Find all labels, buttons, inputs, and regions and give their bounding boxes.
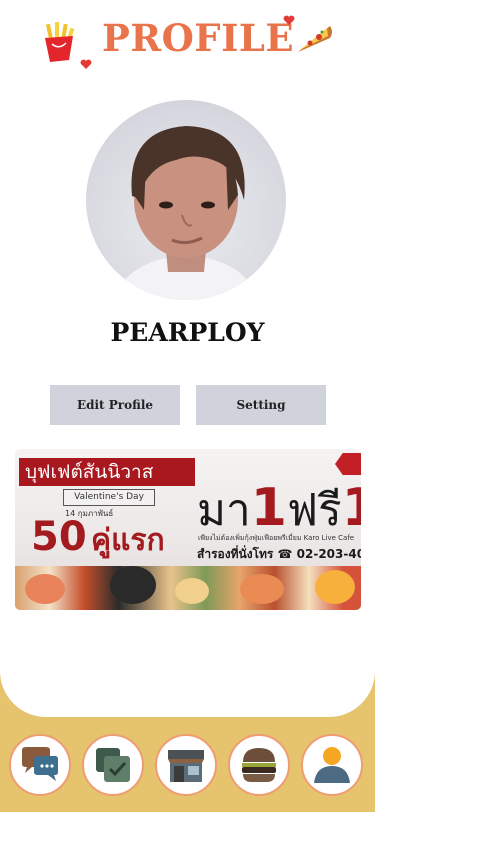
banner-phone: สำรองที่นั่งโทร ☎ 02-203-4020-2: [197, 547, 361, 561]
pizza-icon: [298, 26, 332, 52]
nav-shop[interactable]: [155, 734, 217, 796]
nav-chat[interactable]: [9, 734, 71, 796]
food-plate: [110, 566, 156, 604]
nav-user[interactable]: [301, 734, 363, 796]
notes-icon: [96, 748, 130, 782]
food-plate: [315, 570, 355, 604]
avatar: [86, 100, 286, 300]
promo-num1: 1: [250, 478, 287, 538]
food-plate: [25, 574, 65, 604]
promo-banner[interactable]: บุฟเฟต์สันนิวาส Valentine's Day 14 กุมภา…: [15, 449, 361, 610]
food-plate: [240, 574, 284, 604]
user-photo: [114, 126, 258, 300]
promo-num2: 1: [341, 478, 361, 538]
banner-promo: มา1ฟรี1: [197, 482, 361, 536]
promo-prefix: มา: [197, 485, 251, 536]
heart-icon: [80, 59, 92, 69]
banner-pair-text: คู่แรก: [91, 523, 165, 558]
chat-icon: [22, 747, 58, 781]
nav-burger[interactable]: [228, 734, 290, 796]
food-plate: [175, 578, 209, 604]
promo-mid: ฟรี: [286, 485, 342, 536]
page-title: PROFILE: [102, 16, 295, 60]
app-screen: PROFILE PEARPLOY Edit Profile Setting บุ…: [0, 0, 375, 812]
setting-button[interactable]: Setting: [196, 385, 326, 425]
banner-corner-tag: [335, 453, 361, 475]
burger-icon: [242, 748, 276, 782]
profile-card: PROFILE PEARPLOY Edit Profile Setting บุ…: [0, 0, 375, 717]
fries-icon: [45, 22, 75, 62]
user-icon: [314, 747, 350, 783]
banner-headline: บุฟเฟต์สันนิวาส: [19, 458, 195, 486]
banner-occasion: Valentine's Day: [63, 489, 155, 506]
shop-icon: [168, 750, 204, 782]
banner-subtext: เพียงไม่ต้องเพิ่มกุ้งฟุ่มเฟือยพรีเมี่ยม …: [198, 534, 355, 542]
edit-profile-button[interactable]: Edit Profile: [50, 385, 180, 425]
banner-count: 50: [31, 514, 87, 560]
bottom-nav: [0, 731, 375, 801]
food-strip: [15, 566, 361, 610]
nav-notes[interactable]: [82, 734, 144, 796]
username: PEARPLOY: [110, 318, 265, 347]
